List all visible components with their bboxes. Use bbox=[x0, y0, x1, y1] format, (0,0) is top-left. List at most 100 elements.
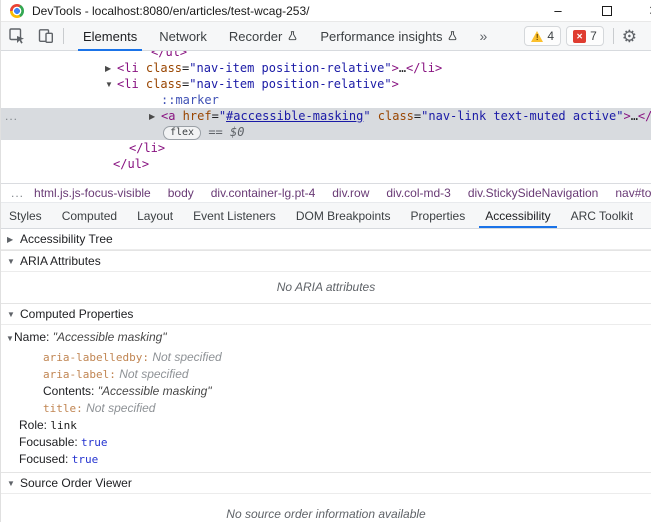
ellipsis-token[interactable]: … bbox=[631, 109, 638, 123]
property-label: Contents: bbox=[43, 384, 95, 398]
warnings-badge[interactable]: ! 4 bbox=[524, 26, 562, 46]
expanded-triangle-icon[interactable]: ▼ bbox=[7, 251, 15, 272]
expanded-triangle-icon[interactable]: ▼ bbox=[7, 304, 15, 325]
quote-token: " bbox=[363, 109, 371, 123]
tab-layout[interactable]: Layout bbox=[127, 203, 183, 228]
expand-arrow-icon[interactable]: ▶ bbox=[149, 109, 161, 125]
more-tabs-button[interactable]: » bbox=[469, 28, 497, 44]
ellipsis-token[interactable]: … bbox=[399, 61, 406, 75]
code-line-selected[interactable]: ... ▶ <a href="#accessible-masking" class=… bbox=[1, 108, 651, 124]
breadcrumb-item-container[interactable]: div.container-lg.pt-4 bbox=[211, 186, 316, 200]
maximize-button[interactable] bbox=[602, 6, 612, 16]
section-source-order-viewer: ▼ Source Order Viewer No source order in… bbox=[1, 472, 651, 522]
inspect-element-button[interactable] bbox=[4, 23, 30, 49]
section-header-source-order-viewer[interactable]: ▼ Source Order Viewer bbox=[1, 473, 651, 494]
property-label: aria-labelledby: bbox=[43, 351, 149, 364]
attr-token: href bbox=[175, 109, 212, 123]
tab-styles[interactable]: Styles bbox=[1, 203, 52, 228]
tab-dom-breakpoints[interactable]: DOM Breakpoints bbox=[286, 203, 401, 228]
tab-event-listeners[interactable]: Event Listeners bbox=[183, 203, 286, 228]
tab-computed[interactable]: Computed bbox=[52, 203, 127, 228]
href-link-token[interactable]: #accessible-masking bbox=[226, 109, 363, 123]
breadcrumb-overflow-button[interactable]: ... bbox=[1, 186, 34, 200]
value-token: "nav-item position-relative" bbox=[189, 61, 392, 75]
tab-properties[interactable]: Properties bbox=[401, 203, 476, 228]
equals-token: == bbox=[201, 125, 230, 139]
value-token: "nav-link text-muted active" bbox=[421, 109, 624, 123]
property-value: Not specified bbox=[86, 401, 156, 415]
breadcrumb-item-body[interactable]: body bbox=[168, 186, 194, 200]
code-line-selected[interactable]: flex == $0 bbox=[1, 124, 651, 140]
breadcrumb-item-sticky-nav[interactable]: div.StickySideNavigation bbox=[468, 186, 599, 200]
quote-token: " bbox=[218, 109, 227, 123]
code-line[interactable]: </ul> bbox=[1, 156, 651, 172]
property-row-name[interactable]: ▼Name: "Accessible masking" bbox=[1, 327, 651, 349]
collapse-arrow-icon[interactable]: ▼ bbox=[105, 77, 117, 93]
minimize-button[interactable]: – bbox=[551, 0, 565, 22]
tag-token: </a> bbox=[637, 109, 651, 123]
settings-gear-icon[interactable]: ⚙ bbox=[618, 28, 643, 45]
collapsed-triangle-icon[interactable]: ▶ bbox=[7, 229, 13, 250]
tab-elements[interactable]: Elements bbox=[72, 22, 148, 51]
warning-count: 4 bbox=[547, 29, 555, 43]
expanded-triangle-icon[interactable]: ▼ bbox=[7, 473, 15, 494]
tag-token: <li bbox=[117, 77, 139, 91]
section-header-computed-properties[interactable]: ▼ Computed Properties bbox=[1, 304, 651, 325]
tab-accessibility[interactable]: Accessibility bbox=[475, 203, 560, 228]
dollar-zero-token: $0 bbox=[230, 125, 245, 139]
breadcrumb-item-nav-toc[interactable]: nav#toc. bbox=[615, 186, 651, 200]
errors-badge[interactable]: ✕ 7 bbox=[566, 26, 604, 46]
close-button[interactable]: ✕ bbox=[647, 0, 651, 22]
tag-token: > bbox=[391, 61, 399, 75]
panel-tab-strip: Elements Network Recorder Performance in… bbox=[72, 22, 469, 51]
title-bar: DevTools - localhost:8080/en/articles/te… bbox=[1, 0, 651, 22]
property-value: true bbox=[71, 453, 99, 466]
tag-token: > bbox=[623, 109, 631, 123]
aria-empty-message: No ARIA attributes bbox=[276, 280, 376, 294]
expanded-triangle-icon[interactable]: ▼ bbox=[1, 329, 14, 349]
section-header-accessibility-tree[interactable]: ▶ Accessibility Tree bbox=[1, 229, 651, 250]
section-aria-attributes: ▼ ARIA Attributes No ARIA attributes bbox=[1, 250, 651, 303]
tab-performance-insights[interactable]: Performance insights bbox=[309, 22, 469, 51]
code-line[interactable]: ▼ <li class="nav-item position-relative"> bbox=[1, 76, 651, 92]
elements-dom-tree[interactable]: </ul> ▶ <li class="nav-item position-rela… bbox=[1, 51, 651, 183]
value-token: "nav-item position-relative" bbox=[189, 77, 392, 91]
error-count: 7 bbox=[590, 29, 597, 43]
tag-token: <li bbox=[117, 61, 139, 75]
breadcrumb-item-col[interactable]: div.col-md-3 bbox=[386, 186, 450, 200]
section-computed-properties: ▼ Computed Properties ▼Name: "Accessible… bbox=[1, 303, 651, 472]
tab-recorder[interactable]: Recorder bbox=[218, 22, 309, 51]
tab-network[interactable]: Network bbox=[148, 22, 218, 51]
tab-arc-toolkit[interactable]: ARC Toolkit bbox=[561, 203, 643, 228]
section-accessibility-tree: ▶ Accessibility Tree bbox=[1, 229, 651, 250]
code-line[interactable]: </ul> bbox=[1, 51, 651, 60]
device-toolbar-button[interactable] bbox=[33, 23, 59, 49]
section-title: Computed Properties bbox=[20, 307, 134, 321]
property-row-focusable: Focusable: true bbox=[1, 434, 651, 451]
property-row-role: Role: link bbox=[1, 417, 651, 434]
tag-token: <a bbox=[161, 109, 176, 123]
section-header-aria-attributes[interactable]: ▼ ARIA Attributes bbox=[1, 251, 651, 272]
code-line[interactable]: </li> bbox=[1, 140, 651, 156]
property-value: Not specified bbox=[152, 350, 222, 364]
property-label: title: bbox=[43, 402, 83, 415]
attr-token: class bbox=[370, 109, 414, 123]
property-row-focused: Focused: true bbox=[1, 451, 651, 468]
flex-badge[interactable]: flex bbox=[163, 126, 202, 140]
tab-label: Performance insights bbox=[320, 28, 443, 44]
node-menu-dots[interactable]: ... bbox=[5, 108, 18, 124]
section-title: Source Order Viewer bbox=[20, 476, 132, 490]
tab-label: Elements bbox=[83, 28, 138, 44]
chrome-logo-icon bbox=[10, 3, 24, 18]
property-row-aria-label: aria-label: Not specified bbox=[1, 366, 651, 383]
tag-token: </li> bbox=[406, 61, 443, 75]
breadcrumb-item-html[interactable]: html.js.js-focus-visible bbox=[34, 186, 151, 200]
code-line[interactable]: ::marker bbox=[1, 92, 651, 108]
code-line[interactable]: ▶ <li class="nav-item position-relative">… bbox=[1, 60, 651, 76]
breadcrumb: ... html.js.js-focus-visible body div.co… bbox=[1, 183, 651, 203]
breadcrumb-item-row[interactable]: div.row bbox=[332, 186, 369, 200]
pseudo-element-token: ::marker bbox=[161, 93, 219, 107]
experiment-flask-icon bbox=[449, 31, 457, 41]
property-value: true bbox=[81, 436, 108, 449]
expand-arrow-icon[interactable]: ▶ bbox=[105, 61, 117, 77]
